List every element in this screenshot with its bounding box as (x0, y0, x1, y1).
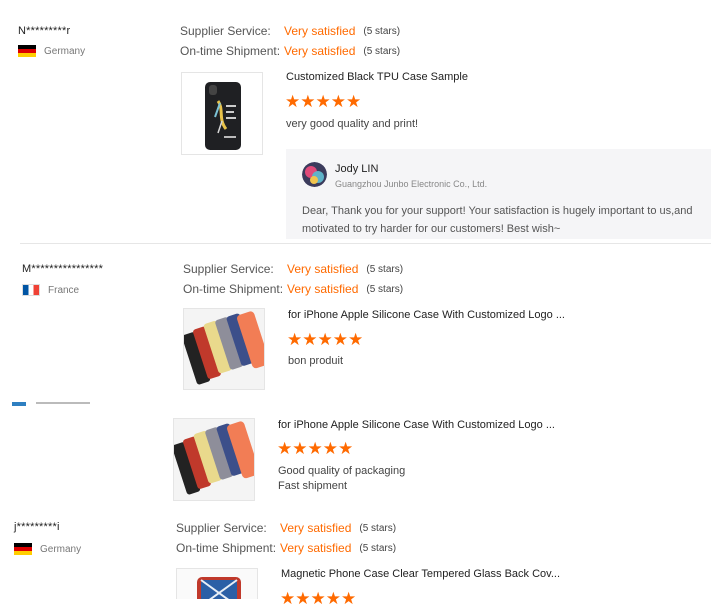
shipment-label: On-time Shipment: (183, 282, 284, 296)
product-title[interactable]: for iPhone Apple Silicone Case With Cust… (278, 419, 555, 431)
silicone-cases-image (174, 419, 254, 500)
shipment-label: On-time Shipment: (180, 44, 281, 58)
product-title[interactable]: Magnetic Phone Case Clear Tempered Glass… (281, 568, 560, 580)
rating-stars: ★★★★★ (287, 330, 364, 349)
shipment-stars: (5 stars) (366, 283, 404, 295)
glass-case-image (177, 569, 257, 599)
rating-stars: ★★★★★ (285, 92, 362, 111)
reply-author: Jody LIN (335, 163, 379, 175)
supplier-service-row: Supplier Service: Very satisfied (5 star… (183, 262, 403, 276)
supplier-service-value: Very satisfied (287, 262, 359, 276)
supplier-service-stars: (5 stars) (363, 25, 401, 37)
flag-germany-icon (14, 543, 32, 555)
buyer-name: N*********r (18, 25, 71, 37)
shipment-row: On-time Shipment: Very satisfied (5 star… (176, 541, 396, 555)
reply-company: Guangzhou Junbo Electronic Co., Ltd. (335, 179, 488, 189)
review-comment: very good quality and print! (286, 118, 419, 130)
country-label: Germany (44, 45, 86, 57)
buyer-country: Germany (18, 45, 85, 57)
seller-reply: Jody LIN Guangzhou Junbo Electronic Co.,… (286, 149, 711, 239)
silicone-cases-image (184, 309, 264, 389)
shipment-row: On-time Shipment: Very satisfied (5 star… (183, 282, 403, 296)
buyer-country: France (22, 284, 79, 296)
shipment-label: On-time Shipment: (176, 541, 277, 555)
country-label: France (48, 284, 80, 296)
review-comment-line: Fast shipment (278, 480, 348, 492)
country-label: Germany (40, 543, 82, 555)
buyer-name: M**************** (22, 263, 104, 275)
supplier-service-label: Supplier Service: (176, 521, 267, 535)
review-comment-line: Good quality of packaging (278, 465, 406, 477)
product-title[interactable]: for iPhone Apple Silicone Case With Cust… (288, 309, 565, 321)
shipment-stars: (5 stars) (363, 45, 401, 57)
product-thumbnail[interactable] (173, 418, 255, 501)
supplier-service-stars: (5 stars) (359, 522, 397, 534)
reply-text-line: Dear, Thank you for your support! Your s… (302, 205, 693, 217)
supplier-service-stars: (5 stars) (366, 263, 404, 275)
reply-text: Dear, Thank you for your support! Your s… (302, 202, 711, 238)
black-case-image (205, 82, 241, 150)
partial-flag-icon (12, 402, 26, 406)
review-comment: Good quality of packaging Fast shipment (278, 464, 405, 494)
supplier-service-label: Supplier Service: (180, 24, 271, 38)
supplier-service-value: Very satisfied (284, 24, 356, 38)
supplier-service-label: Supplier Service: (183, 262, 274, 276)
reply-text-line: motivated to try harder for our customer… (302, 223, 561, 235)
shipment-value: Very satisfied (284, 44, 356, 58)
rating-stars: ★★★★★ (277, 439, 354, 458)
buyer-country: Germany (14, 543, 81, 555)
supplier-service-value: Very satisfied (280, 521, 352, 535)
supplier-service-row: Supplier Service: Very satisfied (5 star… (180, 24, 400, 38)
partial-text (36, 402, 90, 404)
shipment-stars: (5 stars) (359, 542, 397, 554)
flag-france-icon (22, 284, 40, 296)
buyer-name: j*********i (14, 521, 60, 533)
review-divider (20, 243, 711, 244)
product-title[interactable]: Customized Black TPU Case Sample (286, 71, 468, 83)
shipment-row: On-time Shipment: Very satisfied (5 star… (180, 44, 400, 58)
supplier-service-row: Supplier Service: Very satisfied (5 star… (176, 521, 396, 535)
flag-germany-icon (18, 45, 36, 57)
avatar-icon (302, 162, 327, 187)
product-thumbnail[interactable] (176, 568, 258, 599)
product-thumbnail[interactable] (181, 72, 263, 155)
product-thumbnail[interactable] (183, 308, 265, 390)
shipment-value: Very satisfied (280, 541, 352, 555)
review-comment: bon produit (288, 355, 344, 367)
shipment-value: Very satisfied (287, 282, 359, 296)
